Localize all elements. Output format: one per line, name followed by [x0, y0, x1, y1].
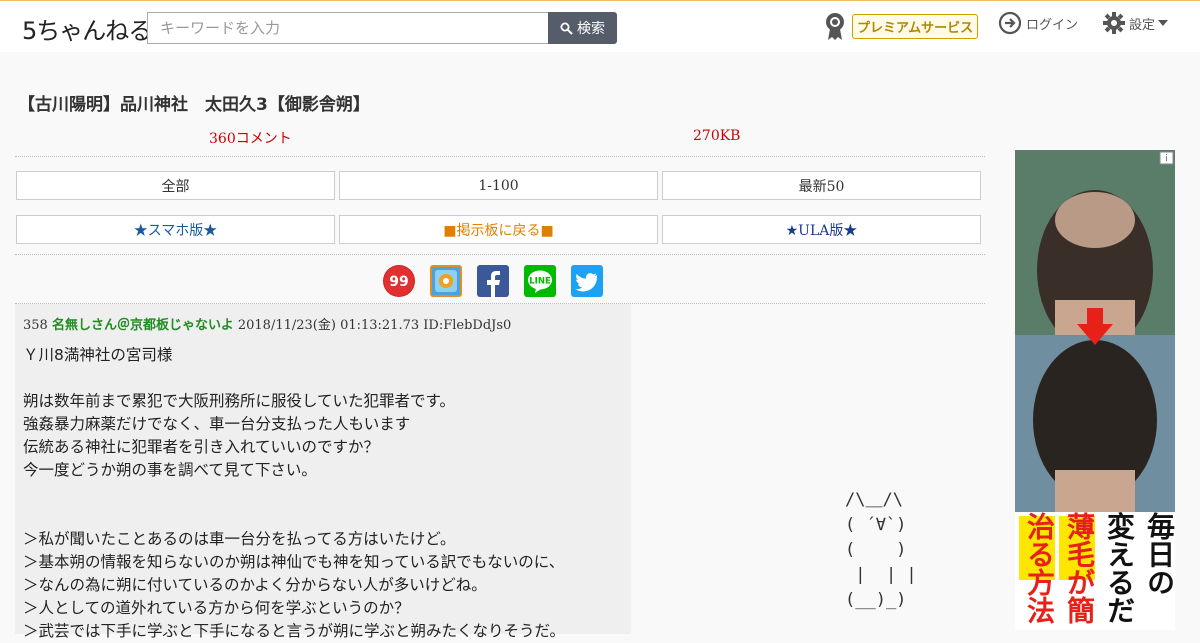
poster-id[interactable]: ID:FlebDdJs0 [423, 318, 511, 333]
ascii-art: /\＿/\ ( ´∀`) ( ) | | | (__)_) [845, 490, 917, 610]
post-body: Ｙ川8満神社の宮司様 朔は数年前まで累犯で大阪刑務所に服役していた犯罪者です。 … [23, 346, 566, 640]
login-icon [998, 11, 1022, 35]
poster-name: 名無しさん＠京都板じゃないよ [51, 318, 234, 333]
twitter-icon[interactable] [571, 265, 603, 297]
post-358: 358 名無しさん＠京都板じゃないよ 2018/11/23(金) 01:13:2… [15, 304, 631, 640]
login-link[interactable]: ログイン [998, 11, 1078, 35]
thread-size: 270KB [693, 128, 741, 144]
5ch-99-icon[interactable]: 99 [383, 265, 415, 297]
facebook-icon[interactable] [477, 265, 509, 297]
nav-all-button[interactable]: 全部 [16, 171, 335, 200]
back-to-board-link[interactable]: ■掲示板に戻る■ [339, 215, 658, 244]
search-icon [560, 22, 573, 35]
gear-icon [1103, 12, 1125, 34]
svg-text:i: i [1165, 154, 1168, 164]
ad-text-4: 治る方法 [1023, 512, 1056, 624]
divider [15, 254, 985, 255]
bookmark-icon[interactable] [430, 265, 462, 297]
smartphone-version-link[interactable]: ★スマホ版★ [16, 215, 335, 244]
nav-latest-button[interactable]: 最新50 [662, 171, 981, 200]
login-label: ログイン [1026, 17, 1079, 33]
comment-count: 360コメント [209, 131, 292, 147]
medal-icon [826, 13, 844, 40]
site-logo[interactable]: 5ちゃんねる● [22, 11, 160, 46]
svg-text:LINE: LINE [529, 277, 551, 287]
nav-range-button[interactable]: 1-100 [339, 171, 658, 200]
post-number[interactable]: 358 [23, 318, 48, 333]
ad-text-2: 変えるだ [1103, 512, 1136, 624]
caret-down-icon [1158, 20, 1169, 26]
post-datetime: 2018/11/23(金) 01:13:21.73 [237, 318, 420, 333]
ad-text-3: 薄毛が簡 [1063, 512, 1096, 624]
search-input[interactable]: キーワードを入力 [147, 12, 549, 44]
settings-menu[interactable]: 設定 [1102, 11, 1169, 35]
search-button[interactable]: 検索 [548, 12, 617, 44]
svg-text:99: 99 [389, 274, 408, 290]
premium-label: プレミアムサービス [852, 13, 979, 39]
settings-label: 設定 [1129, 17, 1156, 33]
search-button-label: 検索 [577, 21, 605, 37]
divider [15, 156, 985, 157]
ula-version-link[interactable]: ★ULA版★ [662, 215, 981, 244]
ad-text-1: 毎日の [1143, 512, 1175, 596]
post-header: 358 名無しさん＠京都板じゃないよ 2018/11/23(金) 01:13:2… [23, 314, 511, 333]
top-bar: 5ちゃんねる● キーワードを入力 検索 プレミアムサービス ログイン 設定 [0, 0, 1200, 52]
premium-service-link[interactable]: プレミアムサービス [822, 11, 979, 41]
advertisement[interactable]: i 毎日の 変えるだ 薄毛が簡 治る方法 [1015, 150, 1175, 630]
line-icon[interactable]: LINE [524, 265, 556, 297]
thread-title: 【古川陽明】品川神社 太田久3【御影舎朔】 [18, 95, 370, 115]
